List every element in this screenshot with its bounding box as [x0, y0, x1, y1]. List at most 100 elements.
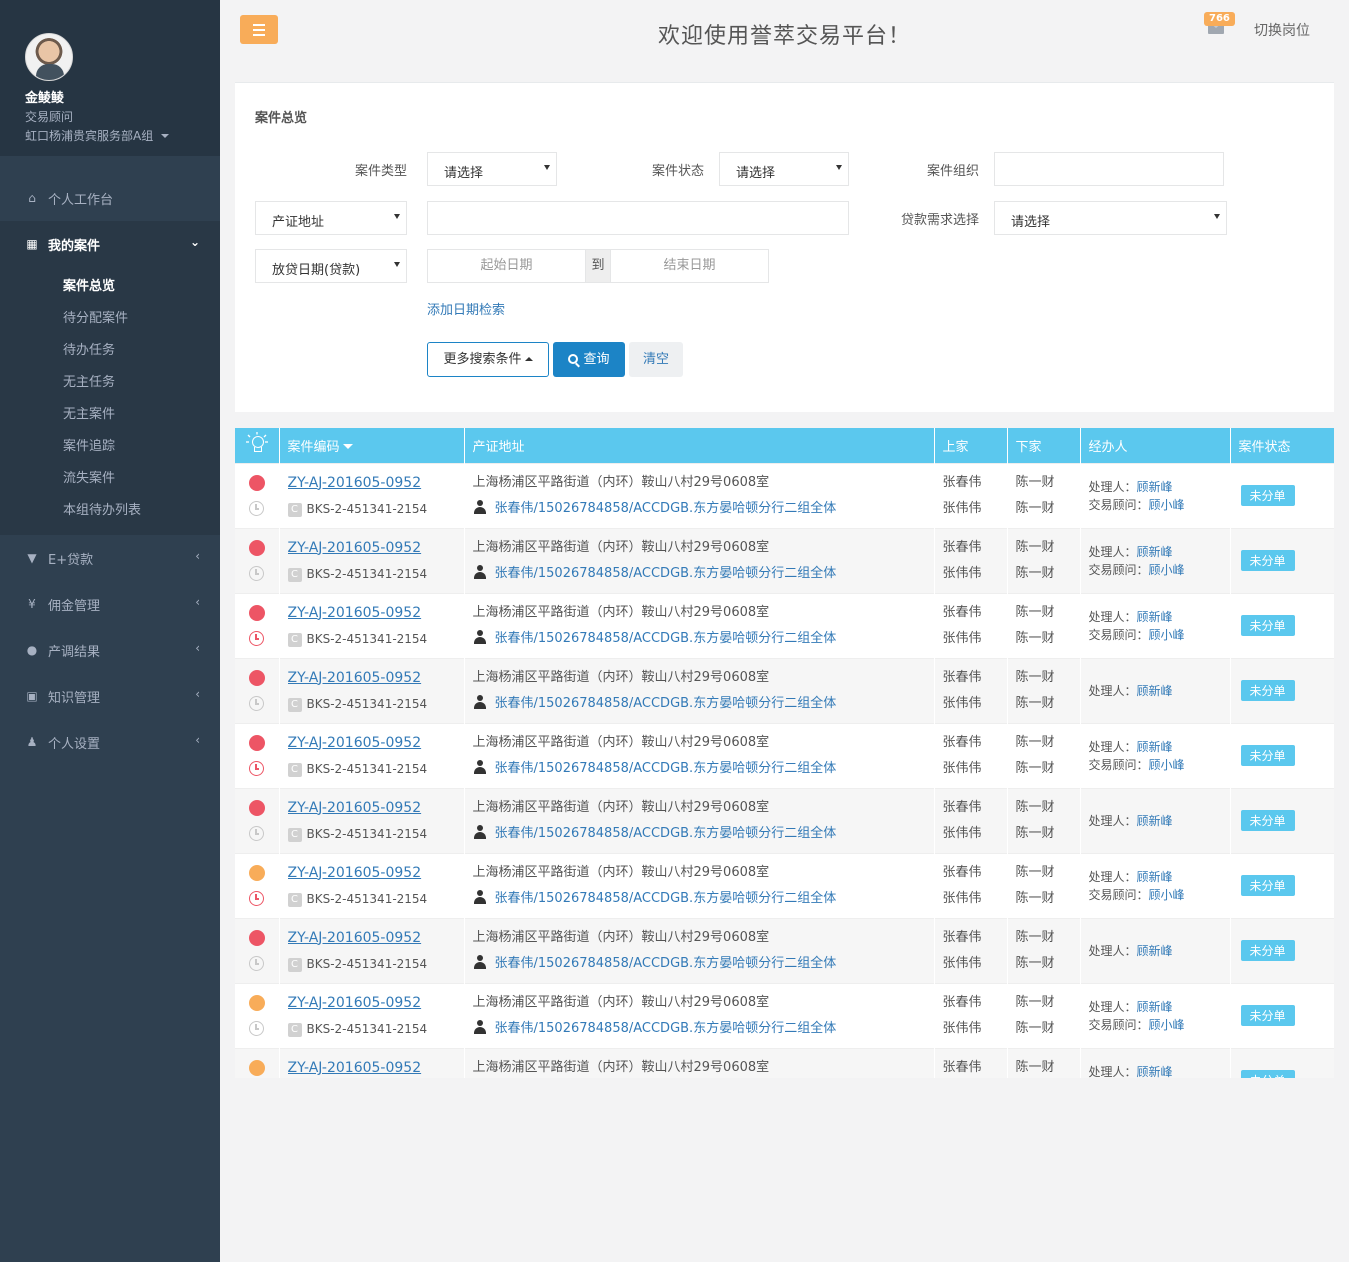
buyer-name: 陈一财 — [1015, 864, 1055, 880]
submenu-item-ownerless-cases[interactable]: 无主案件 — [0, 399, 220, 431]
handler-cell: 处理人：顾新峰交易顾问：顾小峰 — [1080, 852, 1231, 918]
handler-name-link[interactable]: 顾新峰 — [1137, 1065, 1173, 1078]
seller-name: 张伟伟 — [942, 1020, 982, 1036]
more-conditions-button[interactable]: 更多搜索条件 — [427, 342, 549, 377]
priority-dot — [248, 735, 265, 751]
contact-link[interactable]: 张春伟/15026784858/ACCDGB.东方晏哈顿分行二组全体 — [495, 891, 837, 906]
advisor-label: 交易顾问： — [1088, 887, 1149, 902]
submenu-item-todo-tasks[interactable]: 待办任务 — [0, 335, 220, 367]
handler-name-link[interactable]: 顾新峰 — [1137, 814, 1173, 828]
nav-my-cases[interactable]: ▦ 我的案件 ⌄ — [0, 221, 220, 267]
table-row[interactable]: ZY-AJ-201605-0952CBKS-2-451341-2154上海杨浦区… — [235, 787, 1334, 853]
header-buyer: 下家 — [1007, 428, 1081, 463]
case-code-link[interactable]: ZY-AJ-201605-0952 — [288, 995, 422, 1011]
avatar[interactable] — [25, 33, 73, 81]
end-date-input[interactable]: 结束日期 — [611, 250, 768, 282]
status-badge: 未分单 — [1240, 1005, 1295, 1026]
nav-eloan[interactable]: ▼ E+贷款 ‹ — [0, 535, 220, 581]
nav-commission[interactable]: ¥ 佣金管理 ‹ — [0, 581, 220, 627]
priority-cell — [235, 917, 280, 983]
case-status-select[interactable]: 请选择 — [719, 152, 849, 186]
contact-link[interactable]: 张春伟/15026784858/ACCDGB.东方晏哈顿分行二组全体 — [495, 761, 837, 776]
contact-link[interactable]: 张春伟/15026784858/ACCDGB.东方晏哈顿分行二组全体 — [495, 501, 837, 516]
buyer-name: 陈一财 — [1015, 474, 1055, 490]
table-row[interactable]: ZY-AJ-201605-0952CBKS-2-451341-2154上海杨浦区… — [235, 917, 1334, 983]
submenu-item-pending-assign[interactable]: 待分配案件 — [0, 303, 220, 335]
case-code-link[interactable]: ZY-AJ-201605-0952 — [288, 670, 422, 686]
nav-knowledge[interactable]: ▣ 知识管理 ‹ — [0, 673, 220, 719]
query-button[interactable]: 查询 — [553, 342, 625, 377]
table-row[interactable]: ZY-AJ-201605-0952CBKS-2-451341-2154上海杨浦区… — [235, 982, 1334, 1048]
handler-name-link[interactable]: 顾新峰 — [1137, 1000, 1173, 1014]
advisor-name-link[interactable]: 顾小峰 — [1149, 1018, 1185, 1032]
clock-icon — [249, 696, 265, 711]
handler-name-link[interactable]: 顾新峰 — [1137, 870, 1173, 884]
submenu-item-case-tracking[interactable]: 案件追踪 — [0, 431, 220, 463]
advisor-name-link[interactable]: 顾小峰 — [1149, 758, 1185, 772]
case-code-link[interactable]: ZY-AJ-201605-0952 — [288, 735, 422, 751]
switch-role-link[interactable]: 切换岗位 — [1254, 20, 1310, 40]
submenu-item-lost-cases[interactable]: 流失案件 — [0, 463, 220, 495]
advisor-name-link[interactable]: 顾小峰 — [1149, 888, 1185, 902]
contact-link[interactable]: 张春伟/15026784858/ACCDGB.东方晏哈顿分行二组全体 — [495, 566, 837, 581]
case-code-link[interactable]: ZY-AJ-201605-0952 — [288, 605, 422, 621]
table-row[interactable]: ZY-AJ-201605-0952CBKS-2-451341-2154上海杨浦区… — [235, 1047, 1334, 1078]
contact-link[interactable]: 张春伟/15026784858/ACCDGB.东方晏哈顿分行二组全体 — [495, 631, 837, 646]
contact-link[interactable]: 张春伟/15026784858/ACCDGB.东方晏哈顿分行二组全体 — [495, 696, 837, 711]
person-icon — [473, 499, 487, 514]
handler-cell: 处理人：顾新峰 — [1080, 917, 1231, 983]
handler-name-link[interactable]: 顾新峰 — [1137, 944, 1173, 958]
add-date-search-link[interactable]: 添加日期检索 — [427, 299, 505, 318]
handler-name-link[interactable]: 顾新峰 — [1137, 610, 1173, 624]
case-code-link[interactable]: ZY-AJ-201605-0952 — [288, 475, 422, 491]
loan-need-select[interactable]: 请选择 — [994, 201, 1227, 235]
contact-link[interactable]: 张春伟/15026784858/ACCDGB.东方晏哈顿分行二组全体 — [495, 1021, 837, 1036]
priority-dot — [248, 670, 265, 686]
address-input[interactable] — [427, 201, 849, 235]
user-dept-dropdown[interactable]: 虹口杨浦贵宾服务部A组 — [25, 127, 220, 144]
dropdown-triangle-icon — [544, 165, 550, 170]
handler-name-link[interactable]: 顾新峰 — [1137, 684, 1173, 698]
person-icon — [473, 564, 487, 579]
table-row[interactable]: ZY-AJ-201605-0952CBKS-2-451341-2154上海杨浦区… — [235, 852, 1334, 918]
user-icon: ♟ — [26, 735, 38, 749]
search-icon — [568, 354, 579, 364]
contact-link[interactable]: 张春伟/15026784858/ACCDGB.东方晏哈顿分行二组全体 — [495, 826, 837, 841]
table-row[interactable]: ZY-AJ-201605-0952CBKS-2-451341-2154上海杨浦区… — [235, 527, 1334, 593]
advisor-name-link[interactable]: 顾小峰 — [1149, 563, 1185, 577]
case-code-cell: ZY-AJ-201605-0952 C BKS-2-451341-2154 — [279, 657, 465, 723]
table-row[interactable]: ZY-AJ-201605-0952CBKS-2-451341-2154上海杨浦区… — [235, 592, 1334, 658]
handler-name-link[interactable]: 顾新峰 — [1137, 545, 1173, 559]
nav-survey[interactable]: ● 产调结果 ‹ — [0, 627, 220, 673]
case-type-value: 请选择 — [444, 166, 484, 181]
table-row[interactable]: ZY-AJ-201605-0952CBKS-2-451341-2154上海杨浦区… — [235, 462, 1334, 528]
contact-link[interactable]: 张春伟/15026784858/ACCDGB.东方晏哈顿分行二组全体 — [495, 956, 837, 971]
case-code-link[interactable]: ZY-AJ-201605-0952 — [288, 540, 422, 556]
status-badge: 未分单 — [1240, 615, 1295, 636]
case-type-select[interactable]: 请选择 — [427, 152, 557, 186]
header-case-code[interactable]: 案件编码 — [279, 428, 465, 463]
case-code-link[interactable]: ZY-AJ-201605-0952 — [288, 930, 422, 946]
clear-button[interactable]: 清空 — [629, 342, 683, 377]
nav-settings[interactable]: ♟ 个人设置 ‹ — [0, 719, 220, 765]
nav-workbench[interactable]: ⌂ 个人工作台 — [0, 175, 220, 221]
handler-name-link[interactable]: 顾新峰 — [1137, 480, 1173, 494]
handler-label: 处理人： — [1088, 479, 1137, 494]
address-type-select[interactable]: 产证地址 — [255, 201, 407, 235]
start-date-input[interactable]: 起始日期 — [428, 250, 585, 282]
advisor-name-link[interactable]: 顾小峰 — [1149, 498, 1185, 512]
submenu-item-case-overview[interactable]: 案件总览 — [0, 271, 220, 303]
advisor-name-link[interactable]: 顾小峰 — [1149, 628, 1185, 642]
handler-name-link[interactable]: 顾新峰 — [1137, 740, 1173, 754]
case-org-input[interactable] — [994, 152, 1224, 186]
handler-label: 处理人： — [1088, 999, 1137, 1014]
case-code-link[interactable]: ZY-AJ-201605-0952 — [288, 1060, 422, 1076]
table-row[interactable]: ZY-AJ-201605-0952CBKS-2-451341-2154上海杨浦区… — [235, 722, 1334, 788]
submenu-item-ownerless-tasks[interactable]: 无主任务 — [0, 367, 220, 399]
submenu-item-group-todo[interactable]: 本组待办列表 — [0, 495, 220, 527]
table-row[interactable]: ZY-AJ-201605-0952CBKS-2-451341-2154上海杨浦区… — [235, 657, 1334, 723]
priority-dot — [248, 800, 265, 816]
case-code-link[interactable]: ZY-AJ-201605-0952 — [288, 865, 422, 881]
date-type-select[interactable]: 放贷日期(贷款) — [255, 249, 407, 283]
case-code-link[interactable]: ZY-AJ-201605-0952 — [288, 800, 422, 816]
